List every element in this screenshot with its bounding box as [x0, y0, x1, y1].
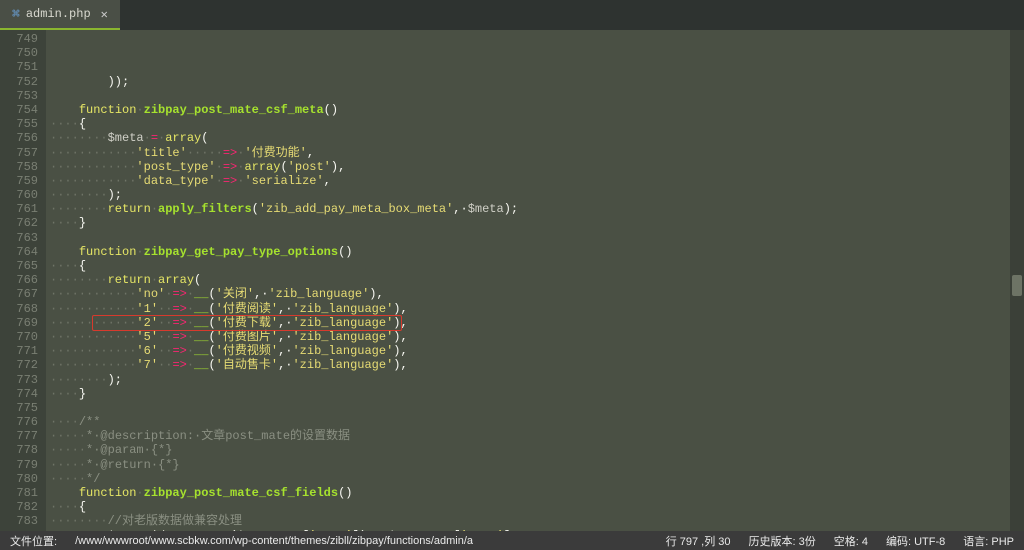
line-number: 757	[0, 146, 38, 160]
line-number: 756	[0, 131, 38, 145]
code-line[interactable]: ········);	[46, 373, 1024, 387]
line-number: 759	[0, 174, 38, 188]
code-line[interactable]: ····}	[46, 216, 1024, 230]
line-number: 765	[0, 259, 38, 273]
line-number: 781	[0, 486, 38, 500]
line-number: 780	[0, 472, 38, 486]
line-number: 776	[0, 415, 38, 429]
file-tab[interactable]: ⌘ admin.php ✕	[0, 0, 120, 30]
line-number: 779	[0, 458, 38, 472]
line-number: 768	[0, 302, 38, 316]
line-number: 755	[0, 117, 38, 131]
code-line[interactable]: function·zibpay_post_mate_csf_fields()	[46, 486, 1024, 500]
code-line[interactable]: ········$meta·=·array(	[46, 131, 1024, 145]
code-line[interactable]: ············'1'··=>·__('付费阅读',·'zib_lang…	[46, 302, 1024, 316]
code-area[interactable]: )); function·zibpay_post_mate_csf_meta()…	[46, 30, 1024, 531]
line-number: 760	[0, 188, 38, 202]
status-language[interactable]: 语言: PHP	[963, 533, 1014, 549]
line-number: 763	[0, 231, 38, 245]
code-line[interactable]: ········return·array(	[46, 273, 1024, 287]
line-number: 772	[0, 358, 38, 372]
line-number-gutter: 7497507517527537547557567577587597607617…	[0, 30, 46, 531]
line-number: 754	[0, 103, 38, 117]
line-number: 767	[0, 287, 38, 301]
vertical-scrollbar[interactable]	[1010, 30, 1024, 531]
status-encoding[interactable]: 编码: UTF-8	[886, 533, 945, 549]
code-line[interactable]: ············'7'··=>·__('自动售卡',·'zib_lang…	[46, 358, 1024, 372]
code-line[interactable]: ········);	[46, 188, 1024, 202]
line-number: 766	[0, 273, 38, 287]
code-line[interactable]: ············'no'·=>·__('关闭',·'zib_langua…	[46, 287, 1024, 301]
line-number: 764	[0, 245, 38, 259]
status-path-label: 文件位置:	[10, 533, 57, 549]
line-number: 750	[0, 46, 38, 60]
code-line[interactable]: ········return·apply_filters('zib_add_pa…	[46, 202, 1024, 216]
line-number: 775	[0, 401, 38, 415]
editor: 7497507517527537547557567577587597607617…	[0, 30, 1024, 531]
code-line[interactable]: ····{	[46, 117, 1024, 131]
code-line[interactable]: ····{	[46, 259, 1024, 273]
code-line[interactable]: function·zibpay_get_pay_type_options()	[46, 245, 1024, 259]
code-line[interactable]: ));	[46, 75, 1024, 89]
code-line[interactable]: ············'2'··=>·__('付费下载',·'zib_lang…	[46, 316, 1024, 330]
php-file-icon: ⌘	[12, 7, 20, 22]
status-path: /www/wwwroot/www.scbkw.com/wp-content/th…	[75, 535, 648, 547]
line-number: 777	[0, 429, 38, 443]
code-line[interactable]: ·····*·@param·{*}	[46, 443, 1024, 457]
line-number: 770	[0, 330, 38, 344]
code-line[interactable]: ·····*/	[46, 472, 1024, 486]
status-line-col[interactable]: 行 797 ,列 30	[666, 533, 731, 549]
code-line[interactable]: ············'5'··=>·__('付费图片',·'zib_lang…	[46, 330, 1024, 344]
line-number: 782	[0, 500, 38, 514]
code-line[interactable]	[46, 401, 1024, 415]
close-tab-icon[interactable]: ✕	[101, 7, 108, 22]
status-spaces[interactable]: 空格: 4	[834, 533, 868, 549]
line-number: 758	[0, 160, 38, 174]
line-number: 749	[0, 32, 38, 46]
code-line[interactable]: ············'title'·····=>·'付费功能',	[46, 146, 1024, 160]
line-number: 771	[0, 344, 38, 358]
code-line[interactable]: ············'data_type'·=>·'serialize',	[46, 174, 1024, 188]
code-line[interactable]: ············'6'··=>·__('付费视频',·'zib_lang…	[46, 344, 1024, 358]
line-number: 753	[0, 89, 38, 103]
code-line[interactable]: function·zibpay_post_mate_csf_meta()	[46, 103, 1024, 117]
status-bar: 文件位置: /www/wwwroot/www.scbkw.com/wp-cont…	[0, 531, 1024, 550]
code-line[interactable]: ·····*·@description:·文章post_mate的设置数据	[46, 429, 1024, 443]
code-line[interactable]	[46, 89, 1024, 103]
status-history[interactable]: 历史版本: 3份	[749, 533, 816, 549]
code-line[interactable]: ········//对老版数据做兼容处理	[46, 514, 1024, 528]
line-number: 783	[0, 514, 38, 528]
line-number: 761	[0, 202, 38, 216]
line-number: 752	[0, 75, 38, 89]
tab-bar: ⌘ admin.php ✕	[0, 0, 1024, 30]
code-line[interactable]: ····{	[46, 500, 1024, 514]
scrollbar-thumb[interactable]	[1012, 275, 1022, 295]
line-number: 751	[0, 60, 38, 74]
tab-filename: admin.php	[26, 7, 91, 21]
line-number: 778	[0, 443, 38, 457]
code-line[interactable]: ····/**	[46, 415, 1024, 429]
line-number: 774	[0, 387, 38, 401]
code-line[interactable]: ····}	[46, 387, 1024, 401]
code-line[interactable]	[46, 231, 1024, 245]
line-number: 769	[0, 316, 38, 330]
code-line[interactable]: ············'post_type'·=>·array('post')…	[46, 160, 1024, 174]
code-line[interactable]: ·····*·@return·{*}	[46, 458, 1024, 472]
line-number: 773	[0, 373, 38, 387]
line-number: 762	[0, 216, 38, 230]
